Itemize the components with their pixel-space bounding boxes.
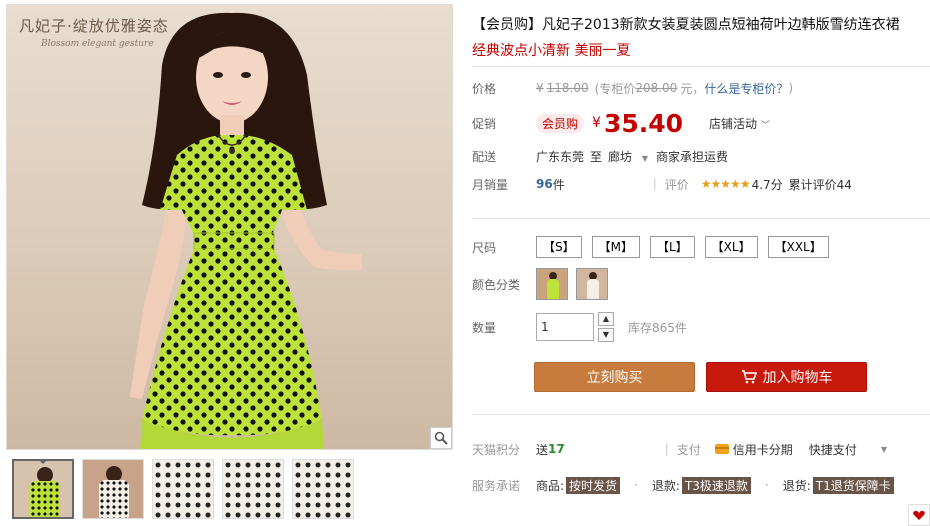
color-label: 颜色分类 [472,277,521,292]
size-row: 尺码 【S】 【M】 【L】 【XL】 【XXL】 [472,235,839,259]
counter-price-prefix: (专柜价 [594,81,636,96]
delivery-row: 配送 广东东莞 至 廊坊 ▼ 商家承担运费 [472,146,728,166]
divider: · [764,478,769,492]
promo-price: 35.40 [603,108,684,138]
divider: · [634,478,638,492]
promo-row: 促销 会员购 ¥ 35.40 店铺活动 ﹀ [472,108,770,138]
quantity-row: 数量 ▲ ▼ 库存865件 [472,311,687,343]
shipping-fee: 商家承担运费 [656,149,729,164]
heart-icon[interactable] [908,504,930,526]
store-activity-dropdown[interactable]: 店铺活动 ﹀ [709,115,770,132]
points-value: 17 [548,442,565,456]
service-refund: 退款: [651,478,680,493]
size-option-s[interactable]: 【S】 [536,236,582,258]
chevron-up-icon[interactable]: ▲ [598,312,614,326]
credit-installment[interactable]: 信用卡分期 [714,441,793,458]
points-label: 天猫积分 [472,442,521,457]
thumb-green-dress-front[interactable] [12,459,74,519]
divider: | [652,177,657,191]
stock-count: 库存865件 [628,320,687,335]
store-activity-label: 店铺活动 [709,116,758,131]
rating-label: 评价 [664,177,689,192]
color-swatch-white[interactable] [576,268,608,300]
divider [472,218,930,219]
price-row: 价格 ¥ 118.00 (专柜价 208.00 元， 什么是专柜价？ ) [472,78,793,98]
member-buy-badge: 会员购 [536,113,585,133]
add-to-cart-button[interactable]: 加入购物车 [706,362,867,392]
fast-refund-badge[interactable]: T3极速退款 [681,476,751,494]
delivery-from: 广东东莞 [536,149,585,164]
caret-down-icon: ▼ [641,153,649,163]
return-guarantee-badge[interactable]: T1退货保障卡 [812,476,894,494]
destination-dropdown[interactable]: 廊坊 ▼ [608,148,648,165]
service-label: 服务承诺 [472,478,521,493]
divider: | [664,442,669,456]
ontime-delivery-badge[interactable]: 按时发货 [566,476,621,494]
thumbnail-strip [12,459,354,519]
divider [472,66,930,67]
magnifier-icon[interactable] [430,427,452,449]
total-reviews-link[interactable]: 累计评价44 [789,176,852,193]
product-subtitle: 经典波点小清新 美丽一夏 [472,43,631,59]
service-return: 退货: [782,478,811,493]
caret-down-icon[interactable]: ▼ [881,445,887,454]
color-swatch-green[interactable] [536,268,568,300]
size-option-l[interactable]: 【L】 [649,236,695,258]
original-price: 118.00 [546,81,589,95]
color-row: 颜色分类 [472,267,616,301]
model-illustration [130,12,362,449]
cart-icon [741,370,757,384]
destination-city: 廊坊 [608,149,633,164]
promo-currency: ¥ [592,115,601,131]
size-label: 尺码 [472,240,497,255]
delivery-to-word: 至 [590,149,603,164]
thumb-fabric-detail-2[interactable] [222,459,284,519]
counter-price-value: 208.00 [635,81,678,95]
thumb-fabric-detail-3[interactable] [292,459,354,519]
size-option-xxl[interactable]: 【XXL】 [767,236,829,258]
divider [472,414,930,415]
buy-now-button[interactable]: 立刻购买 [534,362,695,392]
thumb-fabric-detail-1[interactable] [152,459,214,519]
price-label: 价格 [472,81,497,96]
credit-installment-label: 信用卡分期 [732,442,793,457]
counter-price-suffix: 元， [680,81,705,96]
service-goods: 商品: [536,478,565,493]
points-row: 天猫积分 送 17 | 支付 信用卡分期 快捷支付 ▼ [472,439,887,459]
chevron-down-icon[interactable]: ▼ [598,328,614,342]
product-title: 【会员购】凡妃子2013新款女装夏装圆点短袖荷叶边韩版雪纺连衣裙 [472,17,900,33]
rating-stars-icon: ★★★★★ [700,177,751,191]
sales-unit: 件 [552,177,565,192]
payment-label: 支付 [676,442,701,457]
quantity-input[interactable] [536,313,594,341]
currency-symbol: ¥ [536,81,544,95]
quantity-stepper: ▲ ▼ [598,312,614,342]
promo-label: 促销 [472,116,497,131]
sales-label: 月销量 [472,177,509,192]
points-prefix: 送 [536,442,549,457]
chevron-down-icon: ﹀ [760,120,770,131]
size-option-m[interactable]: 【M】 [591,236,640,258]
what-is-counter-price-link[interactable]: 什么是专柜价？ [704,80,788,97]
delivery-label: 配送 [472,149,497,164]
credit-card-icon [714,443,729,454]
sales-row: 月销量 96 件 | 评价 ★★★★★ 4.7分 累计评价44 [472,174,852,194]
quantity-label: 数量 [472,320,497,335]
sales-count: 96 [536,177,553,191]
service-row: 服务承诺 商品: 按时发货 · 退款: T3极速退款 · 退货: T1退货保障卡 [472,475,894,495]
thumb-white-dress-model[interactable] [82,459,144,519]
add-cart-label: 加入购物车 [762,370,833,386]
main-product-image[interactable]: 凡妃子·绽放优雅姿态 Blossom elegant gesture [6,4,453,450]
counter-price-close: ) [788,81,794,95]
rating-score: 4.7分 [751,177,783,192]
buy-now-label: 立刻购买 [586,370,643,386]
size-option-xl[interactable]: 【XL】 [704,236,758,258]
quick-pay[interactable]: 快捷支付 [809,441,857,458]
